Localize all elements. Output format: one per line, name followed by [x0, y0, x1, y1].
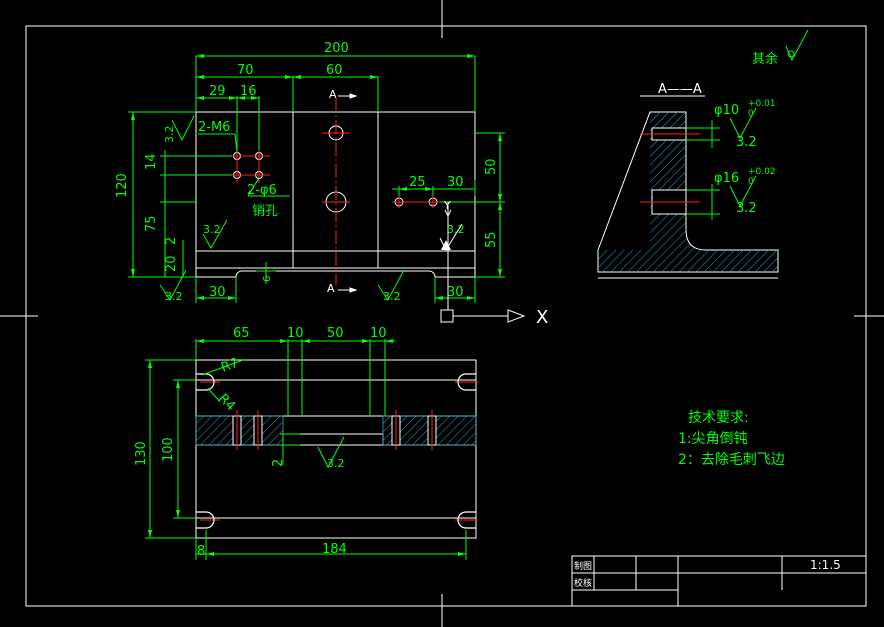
section-marker-a-bottom: A — [327, 282, 335, 295]
dim-130: 130 — [134, 441, 149, 466]
dim-60: 60 — [326, 63, 343, 78]
dim-25: 25 — [409, 175, 426, 190]
front-view-dimension-lines — [145, 339, 467, 560]
roughness-symbols-top — [159, 115, 463, 301]
roughness-top-slot: 3.2 — [203, 223, 221, 236]
technical-requirements: 技术要求: 1:尖角倒钝 2：去除毛刺飞边 — [678, 410, 785, 468]
dim-120: 120 — [115, 173, 130, 198]
radius-r4: R4 — [215, 391, 238, 414]
roughness-top-left: 3.2 — [163, 126, 176, 144]
axis-y-label: Y — [443, 199, 451, 212]
pin-hole-label: 销孔 — [252, 204, 278, 219]
hole-phi10: φ10 — [714, 103, 739, 118]
pin-hole-note: 2-φ6 — [247, 183, 277, 198]
cad-drawing-canvas: A A 200 70 60 29 16 2-M6 2-φ6 销孔 120 75 … — [0, 0, 884, 627]
hole-phi16: φ16 — [714, 171, 739, 186]
front-view: 65 10 50 10 130 100 2 8 184 R7 R4 3.2 — [134, 326, 478, 560]
axis-x-label: X — [536, 307, 548, 328]
dim-55-right: 55 — [484, 231, 499, 248]
dim-29: 29 — [209, 84, 226, 99]
dim-30-bottom-left: 30 — [209, 285, 226, 300]
dim-16: 16 — [240, 84, 257, 99]
hole-phi10-tol-upper: +0.01 — [748, 99, 776, 109]
dim-30-mid: 30 — [447, 175, 464, 190]
hole-phi16-tol-lower: 0 — [748, 177, 754, 187]
dim-6-slot: 6 — [262, 276, 273, 282]
dim-100: 100 — [161, 437, 176, 462]
roughness-top-bottom-left: 3.2 — [165, 290, 183, 303]
dim-75: 75 — [144, 215, 159, 232]
tech-item-1: 1:尖角倒钝 — [678, 431, 748, 447]
general-roughness-note: 其余 — [752, 29, 809, 67]
dim-65: 65 — [233, 326, 250, 341]
thread-note: 2-M6 — [198, 120, 230, 135]
roughness-section-1: 3.2 — [736, 135, 757, 150]
title-checked: 校核 — [574, 577, 592, 589]
roughness-top-right: 3.2 — [447, 223, 465, 236]
dim-14: 14 — [144, 153, 159, 170]
coordinate-axes — [440, 202, 526, 323]
roughness-top-bottom-right: 3.2 — [383, 290, 401, 303]
section-label: A——A — [658, 82, 702, 97]
dim-70: 70 — [237, 63, 254, 78]
tech-title: 技术要求: — [688, 410, 749, 426]
hole-phi10-tol-lower: 0 — [748, 109, 754, 119]
section-a-a-view: A——A φ10 +0.01 0 φ16 +0.02 0 3.2 3.2 — [597, 82, 779, 279]
tech-item-2: 2：去除毛刺飞边 — [678, 452, 785, 468]
dim-50-front: 50 — [327, 326, 344, 341]
roughness-section-2: 3.2 — [736, 201, 757, 216]
dim-2-top: 2 — [164, 237, 179, 245]
dim-200: 200 — [324, 41, 349, 56]
title-scale: 1:1.5 — [810, 558, 841, 572]
rest-note: 其余 — [752, 51, 778, 67]
dim-30-bottom-right: 30 — [447, 285, 464, 300]
dim-10-left: 10 — [287, 326, 304, 341]
section-marker-a-top: A — [329, 88, 337, 101]
drawing-frame — [0, 0, 884, 627]
dim-184: 184 — [322, 542, 347, 557]
dim-50-right: 50 — [484, 158, 499, 175]
dim-2-front: 2 — [271, 459, 286, 467]
title-block: 制图 校核 1:1.5 — [571, 555, 867, 607]
dim-10-right: 10 — [370, 326, 387, 341]
dim-20: 20 — [164, 255, 179, 272]
radius-r7: R7 — [219, 356, 240, 376]
roughness-front: 3.2 — [327, 457, 345, 470]
title-drawn: 制图 — [574, 560, 592, 572]
top-view: A A 200 70 60 29 16 2-M6 2-φ6 销孔 120 75 … — [115, 41, 548, 328]
dim-8: 8 — [197, 544, 205, 559]
hole-phi16-tol-upper: +0.02 — [748, 167, 776, 177]
